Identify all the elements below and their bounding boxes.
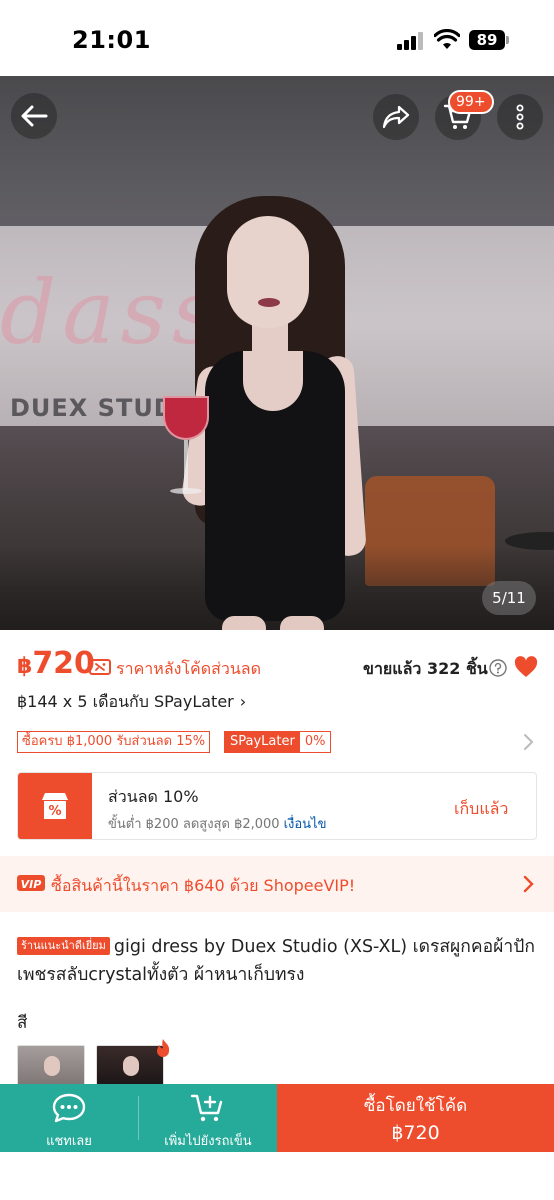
status-time: 21:01 (72, 26, 151, 54)
flame-icon (157, 1039, 170, 1057)
voucher-terms: ขั้นต่ำ ฿200 ลดสูงสุด ฿2,000 (108, 817, 280, 832)
status-bar: 21:01 89 (0, 0, 554, 76)
model-leg-right (280, 616, 324, 630)
product-image[interactable]: dassy DUEX STUDIO (0, 76, 554, 630)
help-icon[interactable] (489, 659, 507, 677)
color-label: สี (17, 1013, 28, 1033)
sold-count: ขายแล้ว 322 ชิ้น (363, 659, 488, 678)
model-lips (258, 298, 280, 307)
buy-price: ฿720 (391, 1122, 440, 1144)
model-dress (205, 351, 345, 621)
chat-now-button[interactable]: แชทเลย (0, 1084, 138, 1152)
voucher-conditions-link[interactable]: เงื่อนไข (284, 817, 327, 832)
promotions-row[interactable]: ซื้อครบ ฿1,000 รับส่วนลด 15% SPayLater 0… (17, 731, 537, 755)
product-price: ฿720 (17, 646, 95, 681)
chevron-right-icon (523, 875, 534, 893)
voucher-card: % ส่วนลด 10% ขั้นต่ำ ฿200 ลดสูงสุด ฿2,00… (17, 772, 537, 840)
coupon-tag-icon (89, 659, 111, 675)
battery-nub (506, 36, 509, 44)
arrow-left-icon (21, 105, 48, 127)
svg-text:VIP: VIP (21, 878, 42, 891)
bottom-action-bar: แชทเลย เพิ่มไปยังรถเข็น ซื้อโดยใช้โค้ด ฿… (0, 1084, 554, 1152)
price-amount: 720 (32, 646, 95, 681)
promo-spaylater-label: SPayLater (225, 732, 300, 752)
image-counter: 5/11 (482, 581, 536, 615)
price-currency: ฿ (17, 654, 33, 679)
voucher-claimed-button[interactable]: เก็บแล้ว (454, 797, 508, 822)
shop-discount-icon: % (42, 793, 68, 819)
add-to-cart-label: เพิ่มไปยังรถเข็น (164, 1134, 252, 1149)
color-variant-thumb[interactable] (17, 1045, 85, 1089)
svg-text:%: % (48, 804, 61, 819)
model-leg-left (222, 616, 266, 630)
add-to-cart-button[interactable]: เพิ่มไปยังรถเข็น (139, 1084, 277, 1152)
more-options-button[interactable] (497, 94, 543, 140)
preferred-shop-badge: ร้านแนะนำดีเยี่ยม (17, 937, 110, 955)
cart-count-badge: 99+ (448, 90, 494, 114)
share-icon (382, 105, 410, 129)
home-indicator-area (0, 1152, 554, 1200)
voucher-icon-panel: % (18, 773, 92, 839)
shopee-vip-banner[interactable]: VIP ซื้อสินค้านี้ในราคา ฿640 ด้วย Shopee… (0, 856, 554, 912)
share-button[interactable] (373, 94, 419, 140)
chat-now-label: แชทเลย (46, 1134, 92, 1149)
chat-icon (52, 1093, 86, 1123)
battery-indicator: 89 (469, 30, 505, 50)
chevron-right-icon: › (239, 692, 247, 711)
more-vertical-icon (516, 104, 524, 130)
thumb-figure (44, 1056, 60, 1076)
add-to-cart-icon (190, 1094, 223, 1122)
buy-with-code-button[interactable]: ซื้อโดยใช้โค้ด ฿720 (277, 1084, 554, 1152)
wine-base (170, 488, 202, 494)
voucher-title: ส่วนลด 10% (108, 787, 199, 806)
back-button[interactable] (11, 93, 57, 139)
price-after-code-label: ราคาหลังโค้ดส่วนลด (116, 659, 261, 678)
chevron-right-icon (524, 734, 534, 750)
promo-spaylater-value: 0% (304, 734, 326, 749)
wine-stem (184, 440, 188, 490)
model-face (227, 216, 309, 328)
product-title: ร้านแนะนำดีเยี่ยม gigi dress by Duex Stud… (17, 933, 537, 989)
installment-text: ฿144 x 5 เดือนกับ SPayLater (17, 692, 234, 711)
wifi-icon (434, 29, 460, 49)
vip-icon: VIP (17, 875, 45, 891)
buy-with-code-label: ซื้อโดยใช้โค้ด (363, 1096, 468, 1116)
thumb-figure (123, 1056, 139, 1076)
promo-chip-discount: ซื้อครบ ฿1,000 รับส่วนลด 15% (17, 731, 211, 753)
voucher-subtitle: ขั้นต่ำ ฿200 ลดสูงสุด ฿2,000 เงื่อนไข (108, 813, 326, 834)
signal-icon (397, 32, 423, 50)
heart-icon[interactable] (514, 656, 538, 678)
spaylater-installment-link[interactable]: ฿144 x 5 เดือนกับ SPayLater › (17, 690, 246, 715)
vip-offer-text: ซื้อสินค้านี้ในราคา ฿640 ด้วย ShopeeVIP! (51, 876, 356, 895)
promo-chip-spaylater: SPayLater 0% (224, 731, 332, 753)
wine-glass (163, 396, 209, 440)
